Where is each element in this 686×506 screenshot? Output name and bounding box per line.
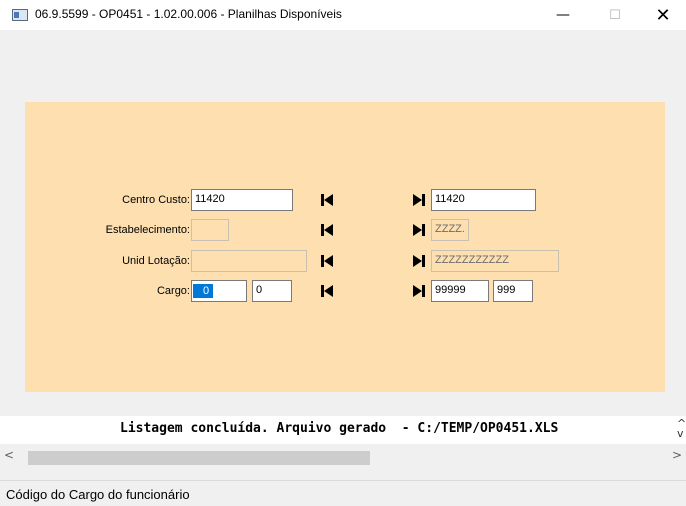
first-record-icon[interactable] bbox=[319, 192, 335, 208]
title-bar: 06.9.5599 - OP0451 - 1.02.00.006 - Plani… bbox=[0, 0, 686, 30]
status-bar: Código do Cargo do funcionário bbox=[0, 480, 686, 506]
estabelecimento-to-input[interactable]: ZZZZ. bbox=[431, 219, 469, 241]
window-title: 06.9.5599 - OP0451 - 1.02.00.006 - Plani… bbox=[35, 7, 342, 21]
status-message: Listagem concluída. Arquivo gerado - C:/… bbox=[120, 421, 559, 436]
minimize-button[interactable]: — bbox=[540, 0, 586, 30]
app-icon[interactable] bbox=[12, 9, 28, 21]
unid-lotacao-to-input[interactable]: ZZZZZZZZZZZ bbox=[431, 250, 559, 272]
centro-custo-to-input[interactable]: 11420 bbox=[431, 189, 536, 211]
last-record-icon[interactable] bbox=[411, 192, 427, 208]
status-message-line: Listagem concluída. Arquivo gerado - C:/… bbox=[0, 416, 686, 444]
estabelecimento-label: Estabelecimento: bbox=[105, 224, 190, 236]
first-record-icon[interactable] bbox=[319, 283, 335, 299]
client-area: Centro Custo: 11420 11420 Estabeleciment… bbox=[0, 30, 686, 416]
last-record-icon[interactable] bbox=[411, 253, 427, 269]
last-record-icon[interactable] bbox=[411, 222, 427, 238]
status-bar-text: Código do Cargo do funcionário bbox=[6, 487, 190, 502]
horizontal-scrollbar[interactable]: < > bbox=[0, 447, 686, 465]
first-record-icon[interactable] bbox=[319, 222, 335, 238]
cargo-to-level-input[interactable]: 999 bbox=[493, 280, 533, 302]
close-button[interactable]: ✕ bbox=[640, 0, 686, 30]
unid-lotacao-from-input[interactable] bbox=[191, 250, 307, 272]
scroll-right-icon[interactable]: > bbox=[672, 448, 682, 462]
centro-custo-label: Centro Custo: bbox=[122, 194, 190, 206]
unid-lotacao-label: Unid Lotação: bbox=[122, 255, 190, 267]
vertical-scroll-arrows[interactable]: ^ v bbox=[677, 418, 686, 439]
cargo-from-value: 0 bbox=[193, 284, 214, 298]
selection-panel: Centro Custo: 11420 11420 Estabeleciment… bbox=[25, 102, 665, 392]
scroll-thumb[interactable] bbox=[28, 451, 370, 465]
cargo-to-input[interactable]: 99999 bbox=[431, 280, 489, 302]
cargo-label: Cargo: bbox=[156, 285, 190, 297]
cargo-from-input[interactable]: 0 bbox=[191, 280, 247, 302]
estabelecimento-from-input[interactable] bbox=[191, 219, 229, 241]
last-record-icon[interactable] bbox=[411, 283, 427, 299]
centro-custo-from-input[interactable]: 11420 bbox=[191, 189, 293, 211]
first-record-icon[interactable] bbox=[319, 253, 335, 269]
maximize-button[interactable]: ☐ bbox=[592, 0, 638, 30]
cargo-from-level-input[interactable]: 0 bbox=[252, 280, 292, 302]
scroll-left-icon[interactable]: < bbox=[4, 448, 14, 462]
